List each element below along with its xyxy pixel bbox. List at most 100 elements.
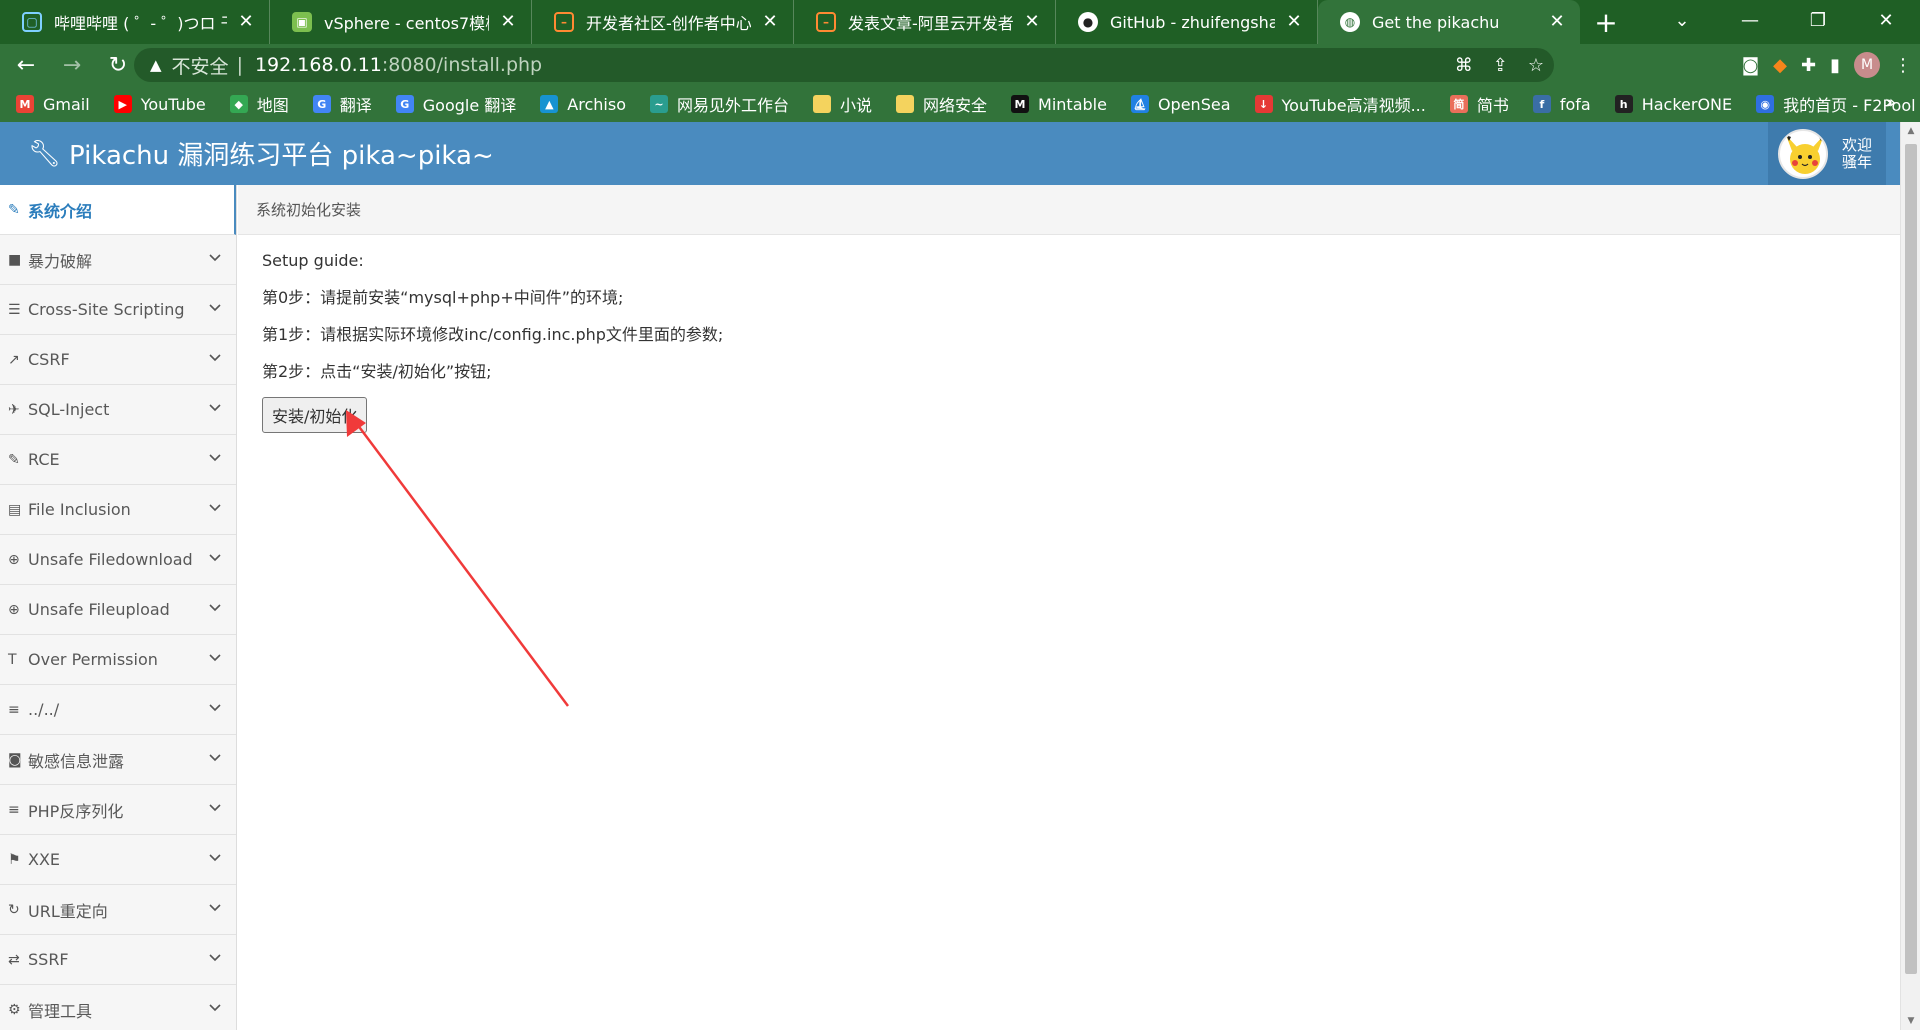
- chevron-down-icon[interactable]: [208, 801, 222, 815]
- sidebar-item[interactable]: ↗ CSRF: [0, 335, 236, 385]
- user-box[interactable]: 欢迎 骚年: [1768, 122, 1886, 185]
- chevron-down-icon[interactable]: [208, 701, 222, 715]
- chevron-down-icon[interactable]: [208, 501, 222, 515]
- security-label[interactable]: 不安全: [172, 52, 229, 79]
- bookmark-label: HackerONE: [1641, 94, 1733, 114]
- bookmark-item[interactable]: G 翻译: [312, 92, 372, 116]
- tab-search-icon[interactable]: ⌄: [1648, 0, 1716, 40]
- sidebar-item[interactable]: ⇄ SSRF: [0, 935, 236, 985]
- scrollbar-thumb[interactable]: [1905, 144, 1917, 974]
- sidebar-item[interactable]: ≡ PHP反序列化: [0, 785, 236, 835]
- browser-tab-strip: ▢ 哔哩哔哩 ( ゜- ゜)つロ 干杯~ ✕ ▣ vSphere - cento…: [0, 0, 1920, 44]
- avatar[interactable]: M: [1854, 52, 1880, 78]
- chevron-down-icon[interactable]: [208, 1001, 222, 1015]
- sidebar-item[interactable]: ⊕ Unsafe Fileupload: [0, 585, 236, 635]
- close-icon[interactable]: ✕: [759, 11, 781, 33]
- site-title[interactable]: Pikachu 漏洞练习平台 pika~pika~: [69, 135, 494, 172]
- bookmark-item[interactable]: 小说: [813, 92, 872, 116]
- chevron-down-icon[interactable]: [208, 551, 222, 565]
- sidepanel-icon[interactable]: ▮: [1830, 55, 1840, 76]
- chevron-down-icon[interactable]: [208, 451, 222, 465]
- tab-pikachu[interactable]: ◍ Get the pikachu ✕: [1318, 0, 1580, 44]
- chevron-down-icon[interactable]: [208, 901, 222, 915]
- sidebar-item[interactable]: ✎ 系统介绍: [0, 185, 236, 235]
- new-tab-button[interactable]: +: [1580, 0, 1632, 44]
- tab-aliyun-creator[interactable]: – 开发者社区-创作者中心 ✕: [532, 0, 794, 44]
- extension-icon[interactable]: ◙: [1742, 55, 1759, 76]
- sidebar-item[interactable]: ✎ RCE: [0, 435, 236, 485]
- sidebar-item[interactable]: ⚑ XXE: [0, 835, 236, 885]
- bookmarks-overflow-icon[interactable]: »: [1885, 92, 1896, 113]
- bookmark-item[interactable]: ▶ YouTube: [113, 95, 206, 114]
- scroll-down-icon[interactable]: ▼: [1901, 1012, 1920, 1030]
- kebab-menu-icon[interactable]: ⋮: [1894, 55, 1912, 76]
- sidebar-item[interactable]: ↻ URL重定向: [0, 885, 236, 935]
- sidebar-item[interactable]: ☰ Cross-Site Scripting: [0, 285, 236, 335]
- sidebar-item[interactable]: ■ 暴力破解: [0, 235, 236, 285]
- chevron-down-icon[interactable]: [208, 351, 222, 365]
- chevron-down-icon[interactable]: [208, 651, 222, 665]
- translate-page-icon[interactable]: ⌘: [1455, 55, 1473, 76]
- bookmark-item[interactable]: 简简书: [1449, 92, 1509, 116]
- back-icon[interactable]: ←: [6, 45, 46, 85]
- bookmark-label: 网络安全: [923, 96, 988, 115]
- avatar[interactable]: [1778, 128, 1828, 179]
- aliyun-icon: –: [816, 12, 836, 32]
- close-icon[interactable]: ✕: [1021, 11, 1043, 33]
- sidebar-item[interactable]: ⚙ 管理工具: [0, 985, 236, 1030]
- bookmark-item[interactable]: M Gmail: [16, 95, 90, 114]
- tab-github[interactable]: ● GitHub - zhuifengshaonia ✕: [1056, 0, 1318, 44]
- reload-icon[interactable]: ↻: [98, 45, 138, 85]
- chevron-down-icon[interactable]: [208, 401, 222, 415]
- bookmark-item[interactable]: f fofa: [1532, 95, 1591, 114]
- page-scrollbar[interactable]: ▲ ▼: [1900, 122, 1920, 1030]
- bookmark-item[interactable]: ~ 网易见外工作台: [649, 92, 789, 116]
- close-window-button[interactable]: ✕: [1852, 0, 1920, 40]
- close-icon[interactable]: ✕: [1546, 11, 1568, 33]
- restore-button[interactable]: ❐: [1784, 0, 1852, 40]
- sidebar-item-label: PHP反序列化: [28, 801, 124, 821]
- sidebar-item[interactable]: ≡ ../../: [0, 685, 236, 735]
- guide-step-2: 第2步：点击“安装/初始化”按钮;: [262, 362, 492, 381]
- chevron-down-icon[interactable]: [208, 601, 222, 615]
- scroll-up-icon[interactable]: ▲: [1901, 122, 1920, 140]
- address-bar[interactable]: ▲ 不安全 | 192.168.0.11 :8080/install.php ⌘…: [134, 48, 1554, 82]
- bookmark-item[interactable]: ⛵︎ OpenSea: [1130, 95, 1231, 114]
- sidebar-item[interactable]: ◙ 敏感信息泄露: [0, 735, 236, 785]
- bilibili-icon: ▢: [22, 12, 42, 32]
- site-brand[interactable]: 🔧︎ Pikachu 漏洞练习平台 pika~pika~: [28, 122, 494, 185]
- bookmark-item[interactable]: ◆ 地图: [229, 92, 289, 116]
- forward-icon[interactable]: →: [52, 45, 92, 85]
- bookmark-item[interactable]: G Google 翻译: [395, 92, 516, 116]
- warning-icon[interactable]: ▲: [150, 56, 162, 74]
- bookmark-item[interactable]: ▲ Archiso: [540, 95, 626, 114]
- chevron-down-icon[interactable]: [208, 751, 222, 765]
- close-icon[interactable]: ✕: [235, 11, 257, 33]
- bookmark-item[interactable]: ↓ YouTube高清视频...: [1254, 92, 1426, 116]
- chevron-down-icon[interactable]: [208, 851, 222, 865]
- close-icon[interactable]: ✕: [1283, 11, 1305, 33]
- bookmark-item[interactable]: 网络安全: [896, 92, 987, 116]
- bookmark-label: Archiso: [567, 94, 626, 114]
- sidebar-item[interactable]: ✈ SQL-Inject: [0, 385, 236, 435]
- sidebar-item[interactable]: ⊕ Unsafe Filedownload: [0, 535, 236, 585]
- tab-bilibili[interactable]: ▢ 哔哩哔哩 ( ゜- ゜)つロ 干杯~ ✕: [0, 0, 270, 44]
- metamask-icon[interactable]: ◆: [1773, 55, 1787, 76]
- bookmark-item[interactable]: h HackerONE: [1614, 94, 1733, 114]
- minimize-button[interactable]: —: [1716, 0, 1784, 40]
- puzzle-icon[interactable]: ✚: [1801, 55, 1816, 76]
- close-icon[interactable]: ✕: [497, 11, 519, 33]
- share-icon[interactable]: ⇪: [1493, 55, 1508, 76]
- chevron-down-icon[interactable]: [208, 251, 222, 265]
- bookmark-star-icon[interactable]: ☆: [1528, 55, 1544, 76]
- tab-vsphere[interactable]: ▣ vSphere - centos7模板机 ✕: [270, 0, 532, 44]
- sidebar-item[interactable]: T Over Permission: [0, 635, 236, 685]
- chevron-down-icon[interactable]: [208, 951, 222, 965]
- tab-aliyun-post[interactable]: – 发表文章-阿里云开发者社区 ✕: [794, 0, 1056, 44]
- sidebar-item[interactable]: ▤ File Inclusion: [0, 485, 236, 535]
- chevron-down-icon[interactable]: [208, 301, 222, 315]
- tag-icon: ✎: [8, 201, 20, 218]
- bookmark-item[interactable]: M Mintable: [1011, 95, 1107, 114]
- breadcrumb-current: 系统初始化安装: [256, 201, 362, 219]
- install-init-button[interactable]: 安装/初始化: [262, 397, 368, 433]
